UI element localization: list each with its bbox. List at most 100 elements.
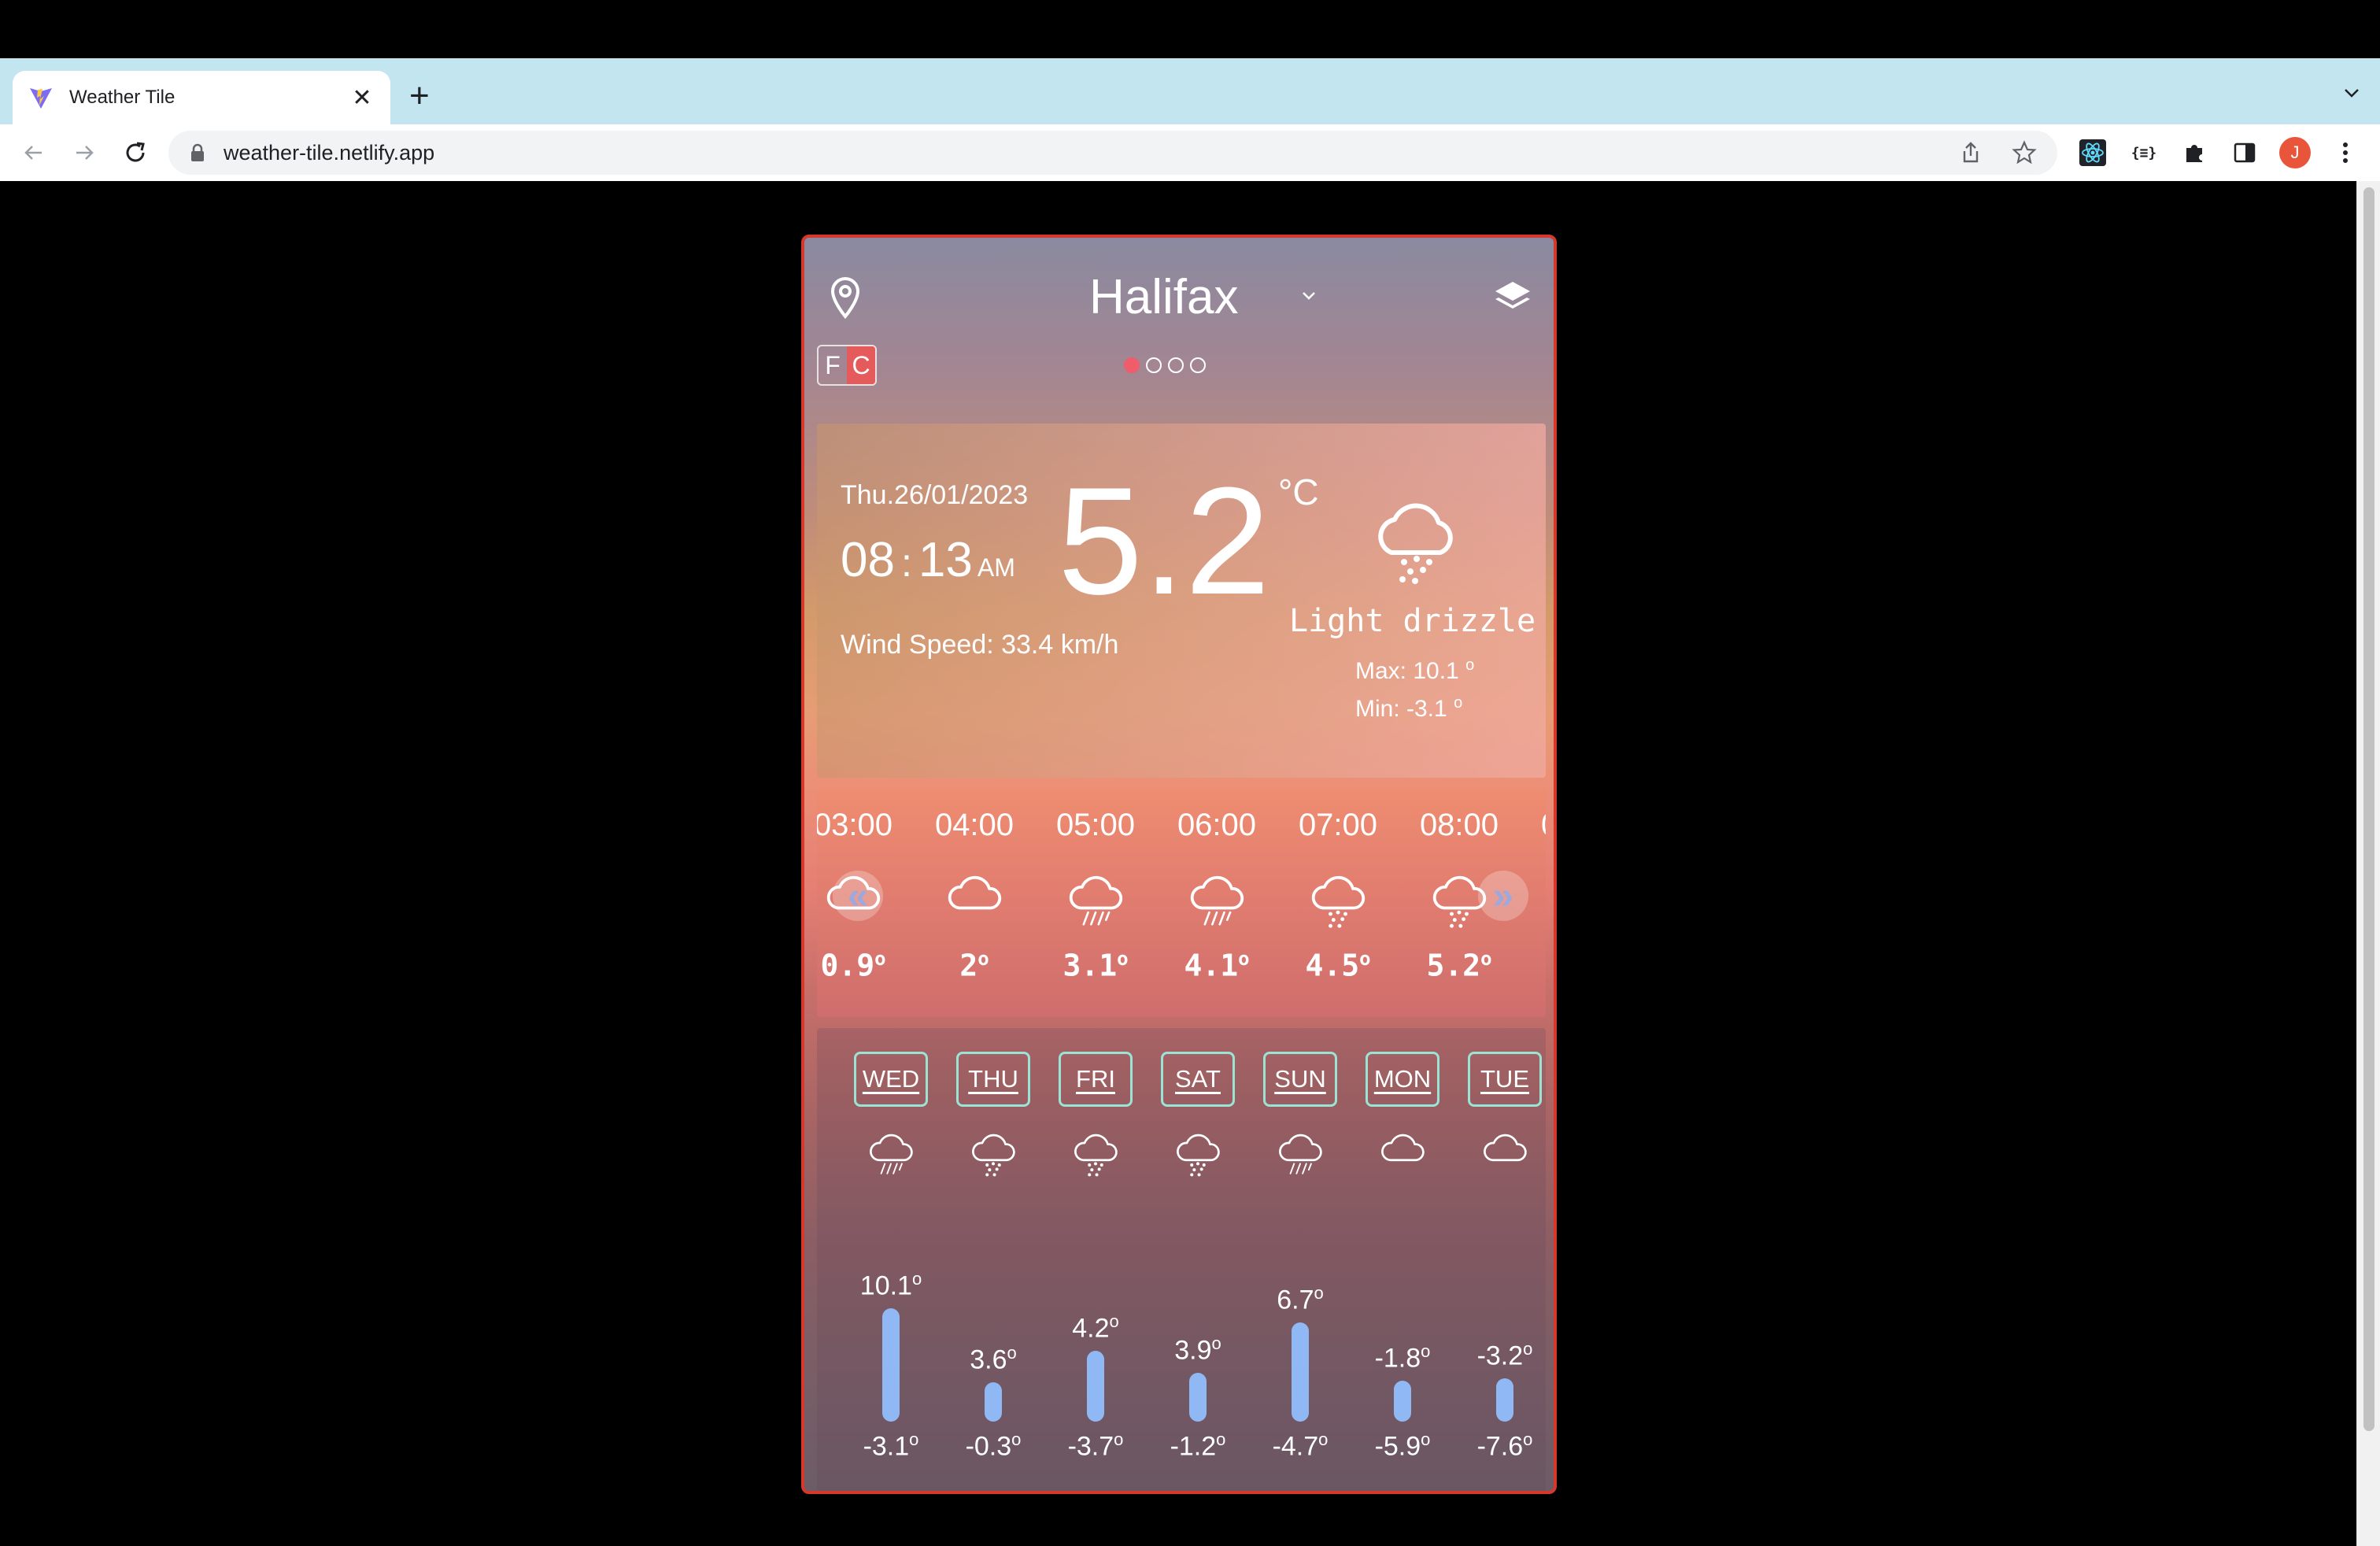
day-button-fri[interactable]: FRI xyxy=(1059,1052,1133,1107)
reload-icon xyxy=(126,142,145,162)
hour-time: 05:00 xyxy=(1055,808,1136,842)
hour-icon-wrap xyxy=(1066,872,1125,929)
json-extension[interactable]: {≡} xyxy=(2127,135,2161,170)
hour-time: 06:00 xyxy=(1177,808,1257,842)
browser-tab[interactable]: Weather Tile ✕ xyxy=(13,71,390,124)
bar-max-label: 6.7o xyxy=(1277,1283,1324,1315)
browser-toolbar: weather-tile.netlify.app {≡} J xyxy=(0,124,2380,181)
lock-icon[interactable] xyxy=(189,143,206,162)
layers-icon[interactable] xyxy=(1492,277,1533,318)
temperature-bar xyxy=(985,1382,1002,1422)
day-icon-wrap xyxy=(1378,1130,1427,1178)
location-pin-icon[interactable] xyxy=(828,276,863,320)
current-time: 08:13 AM xyxy=(841,532,1015,588)
hour-temperature: 3.1o xyxy=(1062,948,1129,983)
screen-top-bezel xyxy=(0,0,2380,58)
degree-mark: o xyxy=(1117,948,1129,970)
degree-mark: o xyxy=(1523,1339,1533,1359)
day-button-mon[interactable]: MON xyxy=(1366,1052,1439,1107)
weather-tile: Halifax F C Thu.26/01/2023 08:13 AM Wind … xyxy=(801,235,1557,1494)
degree-mark: o xyxy=(1523,1429,1533,1449)
back-button[interactable] xyxy=(16,135,50,170)
hourly-prev-button[interactable]: « xyxy=(833,871,883,921)
day-icon-wrap xyxy=(969,1130,1018,1178)
hour-temperature: 5.2o xyxy=(1426,948,1492,983)
kebab-menu-icon xyxy=(2343,142,2348,163)
hour-temperature: 2o xyxy=(959,948,989,983)
page-dot[interactable] xyxy=(1124,357,1140,373)
page-indicator xyxy=(1124,357,1206,373)
daily-item: THU xyxy=(955,1052,1032,1178)
vite-favicon-icon xyxy=(30,88,52,109)
tab-close-icon[interactable]: ✕ xyxy=(349,84,375,112)
day-button-sun[interactable]: SUN xyxy=(1263,1052,1337,1107)
degree-mark: o xyxy=(1318,1429,1329,1449)
day-button-thu[interactable]: THU xyxy=(956,1052,1030,1107)
degree-mark: o xyxy=(1421,1429,1431,1449)
hour-temperature: 4.1o xyxy=(1184,948,1250,983)
unit-toggle[interactable]: F C xyxy=(817,345,877,386)
bar-min-label: -4.7o xyxy=(1272,1429,1329,1462)
react-devtools-extension[interactable] xyxy=(2075,135,2110,170)
current-temperature: 5.2 xyxy=(1058,456,1270,627)
cloud-icon xyxy=(1484,1134,1527,1162)
browser-menu-button[interactable] xyxy=(2328,135,2363,170)
hour-icon-wrap xyxy=(1187,872,1247,929)
address-bar[interactable]: weather-tile.netlify.app xyxy=(168,131,2057,175)
scrollbar-thumb[interactable] xyxy=(2363,187,2374,1431)
city-dropdown-chevron-icon[interactable] xyxy=(1299,285,1319,305)
degree-mark: o xyxy=(909,1429,919,1449)
cloud-icon xyxy=(948,875,1002,910)
hourly-item: 07:00 4.5o xyxy=(1278,808,1398,983)
json-braces-icon: {≡} xyxy=(2131,144,2157,161)
bar-max-label: -1.8o xyxy=(1374,1341,1431,1374)
temperature-range-chart: 10.1o -3.1o 3.6o -0.3o 4.2o -3.7o 3.9o -1.2o 6.7… xyxy=(817,1233,1546,1469)
side-panel-button[interactable] xyxy=(2227,135,2262,170)
tab-search-chevron-icon[interactable] xyxy=(2341,82,2363,104)
degree-mark: o xyxy=(1314,1283,1324,1304)
temperature-bar xyxy=(1087,1350,1104,1422)
temperature-bar xyxy=(1496,1378,1513,1422)
hour-temperature: 0.9o xyxy=(820,948,886,983)
celsius-option[interactable]: C xyxy=(847,346,875,384)
max-temperature: Max: 10.1 o xyxy=(1355,656,1474,685)
page-dot[interactable] xyxy=(1190,357,1206,373)
hourly-item: 05:00 3.1o xyxy=(1036,808,1155,983)
page-dot[interactable] xyxy=(1168,357,1184,373)
degree-mark: o xyxy=(1454,694,1463,712)
back-arrow-icon xyxy=(24,146,42,160)
rain-cloud-icon xyxy=(1069,875,1123,926)
share-icon[interactable] xyxy=(1958,140,1983,165)
bar-min-label: -1.2o xyxy=(1170,1429,1226,1462)
hourly-next-button[interactable]: » xyxy=(1478,871,1528,921)
degree-mark: o xyxy=(1480,948,1492,970)
degree-mark: o xyxy=(1359,948,1371,970)
puzzle-piece-icon xyxy=(2186,145,2202,162)
city-name[interactable]: Halifax xyxy=(1089,269,1239,325)
hourly-forecast[interactable]: 03:00 0.9o 04:00 2o 05:00 3.1o 06:00 4.1o 07:00 4… xyxy=(817,789,1546,1017)
bar-max-label: -3.2o xyxy=(1476,1339,1533,1371)
drizzle-cloud-icon xyxy=(1177,1134,1220,1177)
hour-temperature: 4.5o xyxy=(1305,948,1371,983)
hour-time: 09:00 xyxy=(1521,808,1546,855)
hour-time: 04:00 xyxy=(934,808,1014,842)
day-icon-wrap xyxy=(1276,1130,1325,1178)
forward-button[interactable] xyxy=(68,135,102,170)
day-button-sat[interactable]: SAT xyxy=(1161,1052,1235,1107)
time-ampm: AM xyxy=(977,553,1015,582)
new-tab-button[interactable]: + xyxy=(409,79,430,113)
extensions-button[interactable] xyxy=(2177,135,2212,170)
reload-button[interactable] xyxy=(118,135,153,170)
day-button-tue[interactable]: TUE xyxy=(1468,1052,1542,1107)
degree-mark: o xyxy=(911,1268,922,1289)
condition-text: Light drizzle xyxy=(1289,603,1536,639)
page-dot[interactable] xyxy=(1146,357,1162,373)
fahrenheit-option[interactable]: F xyxy=(819,346,847,384)
hourly-item: 06:00 4.1o xyxy=(1157,808,1277,983)
profile-button[interactable]: J xyxy=(2278,135,2312,170)
daily-item: SAT xyxy=(1159,1052,1236,1178)
bookmark-star-icon[interactable] xyxy=(2012,140,2037,165)
current-date: Thu.26/01/2023 xyxy=(841,480,1029,510)
vertical-scrollbar[interactable] xyxy=(2356,181,2380,1546)
day-button-wed[interactable]: WED xyxy=(854,1052,928,1107)
